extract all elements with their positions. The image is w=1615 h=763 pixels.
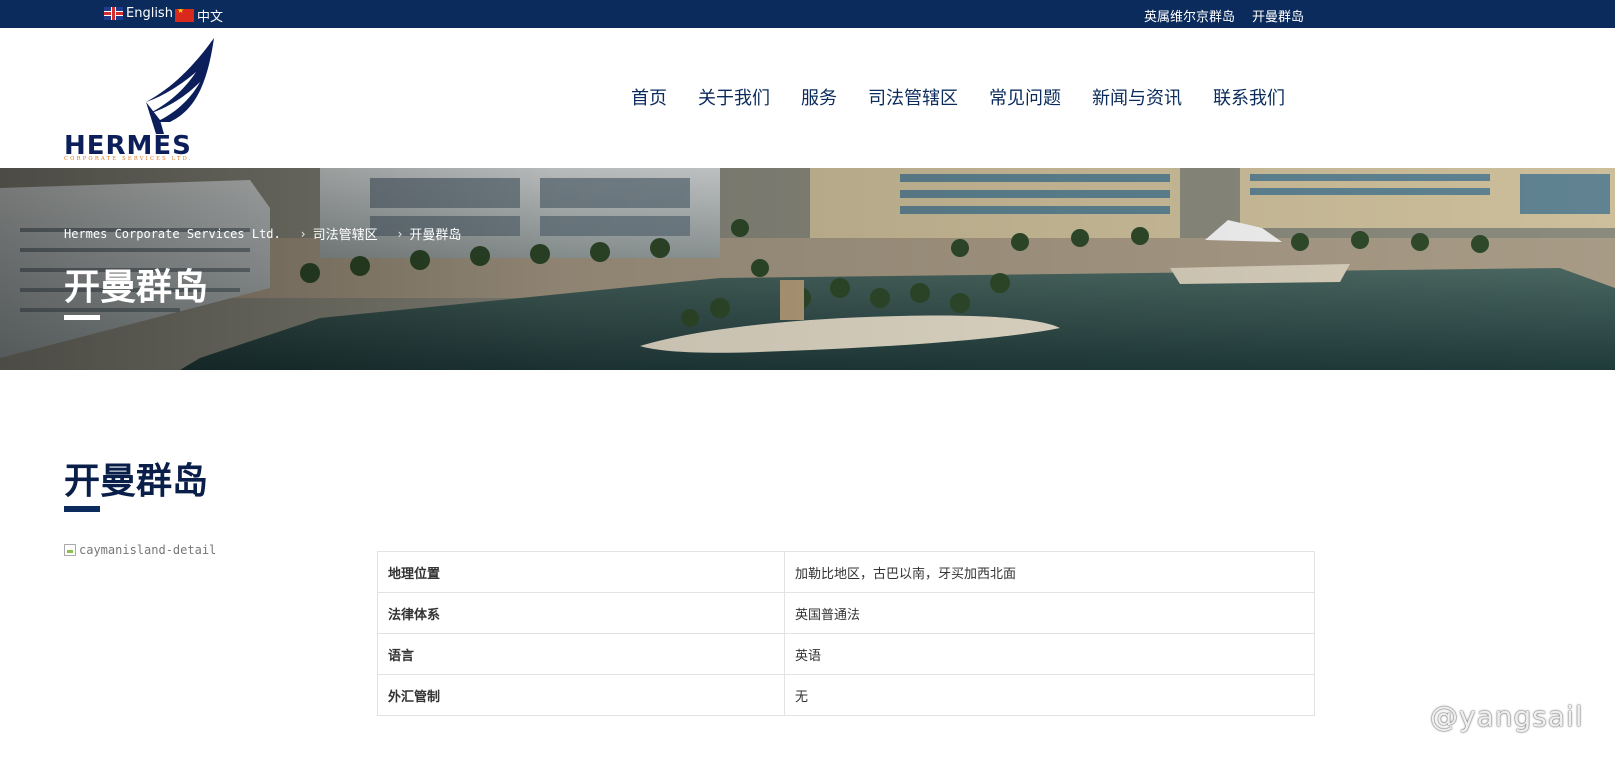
- table-key: 地理位置: [377, 551, 785, 593]
- table-value: 无: [784, 674, 1315, 716]
- cayman-detail-image: caymanisland-detail: [64, 543, 216, 557]
- language-english-link[interactable]: English: [104, 6, 173, 21]
- nav-news[interactable]: 新闻与资讯: [1092, 84, 1182, 110]
- banner-title-underline: [64, 315, 100, 320]
- nav-home[interactable]: 首页: [631, 84, 667, 110]
- top-link-cayman[interactable]: 开曼群岛: [1252, 6, 1304, 25]
- table-key: 外汇管制: [377, 674, 785, 716]
- table-value: 英国普通法: [784, 592, 1315, 634]
- table-row: 法律体系 英国普通法: [377, 592, 1315, 634]
- page-banner: Hermes Corporate Services Ltd. › 司法管辖区 ›…: [0, 168, 1615, 370]
- nav-faq[interactable]: 常见问题: [989, 84, 1061, 110]
- main-nav: 首页 关于我们 服务 司法管辖区 常见问题 新闻与资讯 联系我们: [631, 84, 1285, 110]
- language-english-label: English: [126, 6, 173, 21]
- china-flag-icon: [175, 9, 194, 22]
- broken-image-icon: [64, 544, 76, 556]
- breadcrumb-current: 开曼群岛: [409, 228, 462, 243]
- top-link-bvi[interactable]: 英属维尔京群岛: [1144, 6, 1235, 25]
- jurisdiction-info-table: 地理位置 加勒比地区，古巴以南，牙买加西北面 法律体系 英国普通法 语言 英语 …: [377, 551, 1315, 716]
- language-chinese-label: 中文: [197, 10, 224, 25]
- breadcrumb: Hermes Corporate Services Ltd. › 司法管辖区 ›…: [64, 224, 462, 244]
- page-title: 开曼群岛: [64, 461, 209, 502]
- hermes-logo[interactable]: HERMES CORPORATE SERVICES LTD.: [64, 36, 244, 160]
- top-bar: English 中文 英属维尔京群岛 开曼群岛: [0, 0, 1615, 28]
- banner-title: 开曼群岛: [64, 267, 209, 308]
- breadcrumb-home[interactable]: Hermes Corporate Services Ltd.: [64, 227, 281, 241]
- nav-services[interactable]: 服务: [801, 84, 837, 110]
- table-row: 语言 英语: [377, 633, 1315, 675]
- table-value: 英语: [784, 633, 1315, 675]
- logo-subtitle: CORPORATE SERVICES LTD.: [64, 156, 193, 160]
- breadcrumb-jurisdictions[interactable]: 司法管辖区: [313, 224, 378, 243]
- banner-photo: [0, 168, 1615, 370]
- nav-contact[interactable]: 联系我们: [1213, 84, 1285, 110]
- site-header: HERMES CORPORATE SERVICES LTD. 首页 关于我们 服…: [0, 28, 1615, 168]
- image-alt-text: caymanisland-detail: [79, 543, 217, 557]
- table-key: 语言: [377, 633, 785, 675]
- chevron-right-icon: ›: [397, 226, 403, 241]
- language-chinese-link[interactable]: 中文: [175, 6, 223, 25]
- table-value: 加勒比地区，古巴以南，牙买加西北面: [784, 551, 1315, 593]
- table-row: 外汇管制 无: [377, 674, 1315, 716]
- uk-flag-icon: [104, 7, 123, 20]
- page-title-underline: [64, 506, 100, 512]
- nav-jurisdictions[interactable]: 司法管辖区: [868, 84, 958, 110]
- table-key: 法律体系: [377, 592, 785, 634]
- watermark: @yangsail: [1430, 700, 1584, 733]
- table-row: 地理位置 加勒比地区，古巴以南，牙买加西北面: [377, 551, 1315, 593]
- chevron-right-icon: ›: [300, 226, 306, 241]
- nav-about[interactable]: 关于我们: [698, 84, 770, 110]
